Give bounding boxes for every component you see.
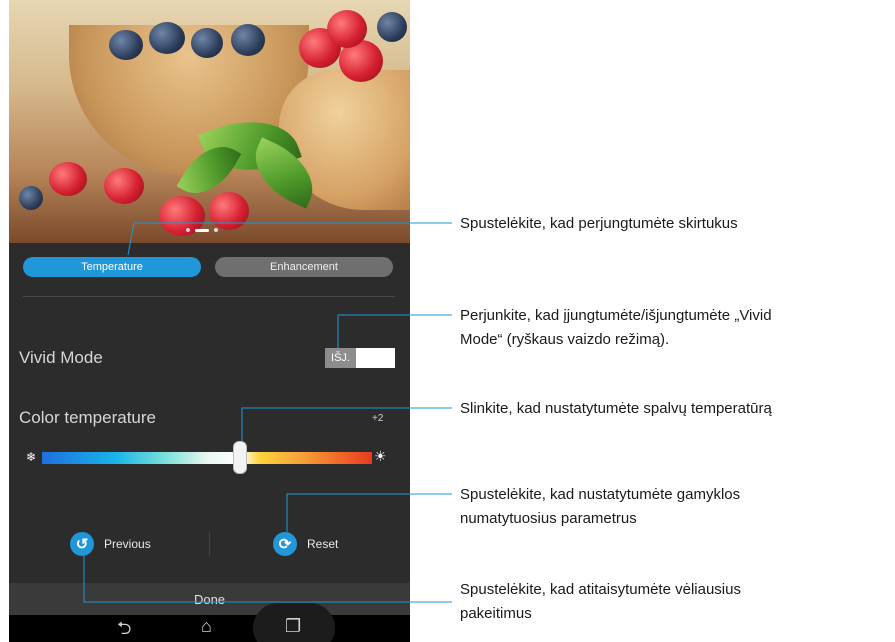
snowflake-icon: ❄ xyxy=(26,450,37,464)
color-temperature-value: +2 xyxy=(372,413,384,424)
callout-vivid-line1: Perjunkite, kad įjungtumėte/išjungtumėte… xyxy=(460,307,772,324)
reset-button[interactable]: ⟳ Reset xyxy=(273,532,338,556)
back-icon[interactable]: ⮌ xyxy=(117,616,131,642)
divider xyxy=(209,532,210,556)
sun-icon: ☀ xyxy=(374,448,387,464)
tab-enhancement[interactable]: Enhancement xyxy=(215,257,393,277)
color-temperature-label: Color temperature xyxy=(19,408,157,427)
callout-reset-line1: Spustelėkite, kad nustatytumėte gamyklos xyxy=(460,486,741,503)
navigation-bar: ⮌ ⌂ ❐ xyxy=(9,603,410,642)
preview-photo xyxy=(9,0,410,243)
tab-bar: Temperature Enhancement xyxy=(9,257,410,279)
phone-screen: Temperature Enhancement Vivid Mode IŠJ. … xyxy=(9,0,410,642)
raspberry xyxy=(209,192,249,230)
reset-label: Reset xyxy=(307,537,339,551)
blueberry xyxy=(377,12,407,42)
callout-previous-line1: Spustelėkite, kad atitaisytumėte vėliaus… xyxy=(460,581,741,598)
vivid-mode-toggle-state: IŠJ. xyxy=(325,348,356,368)
color-temperature-slider[interactable] xyxy=(42,452,372,464)
page-dot xyxy=(186,228,190,232)
callout-previous-line2: pakeitimus xyxy=(460,605,532,622)
blueberry xyxy=(19,186,43,210)
raspberry xyxy=(49,162,87,196)
blueberry xyxy=(191,28,223,58)
blueberry xyxy=(231,24,265,56)
page-dot xyxy=(214,228,218,232)
reset-icon: ⟳ xyxy=(273,532,297,556)
recent-apps-icon[interactable]: ❐ xyxy=(285,616,301,637)
undo-icon: ↺ xyxy=(70,532,94,556)
callout-vivid-line2: Mode“ (ryškaus vaizdo režimą). xyxy=(460,331,670,348)
vivid-mode-label: Vivid Mode xyxy=(19,348,103,367)
tab-temperature[interactable]: Temperature xyxy=(23,257,201,277)
callout-tabs: Spustelėkite, kad perjungtumėte skirtuku… xyxy=(460,215,738,232)
page-dot-active xyxy=(195,228,209,232)
color-temperature-slider-thumb[interactable] xyxy=(233,441,247,474)
previous-button[interactable]: ↺ Previous xyxy=(70,532,151,556)
previous-label: Previous xyxy=(104,537,151,551)
raspberry xyxy=(327,10,367,48)
page-indicator xyxy=(186,228,218,232)
home-icon[interactable]: ⌂ xyxy=(201,616,212,637)
raspberry xyxy=(104,168,144,204)
vivid-mode-toggle[interactable]: IŠJ. xyxy=(325,348,395,368)
divider xyxy=(23,296,395,297)
callout-slider: Slinkite, kad nustatytumėte spalvų tempe… xyxy=(460,400,772,417)
blueberry xyxy=(109,30,143,60)
callout-reset-line2: numatytuosius parametrus xyxy=(460,510,637,527)
done-button[interactable]: Done xyxy=(9,583,410,615)
blueberry xyxy=(149,22,185,54)
